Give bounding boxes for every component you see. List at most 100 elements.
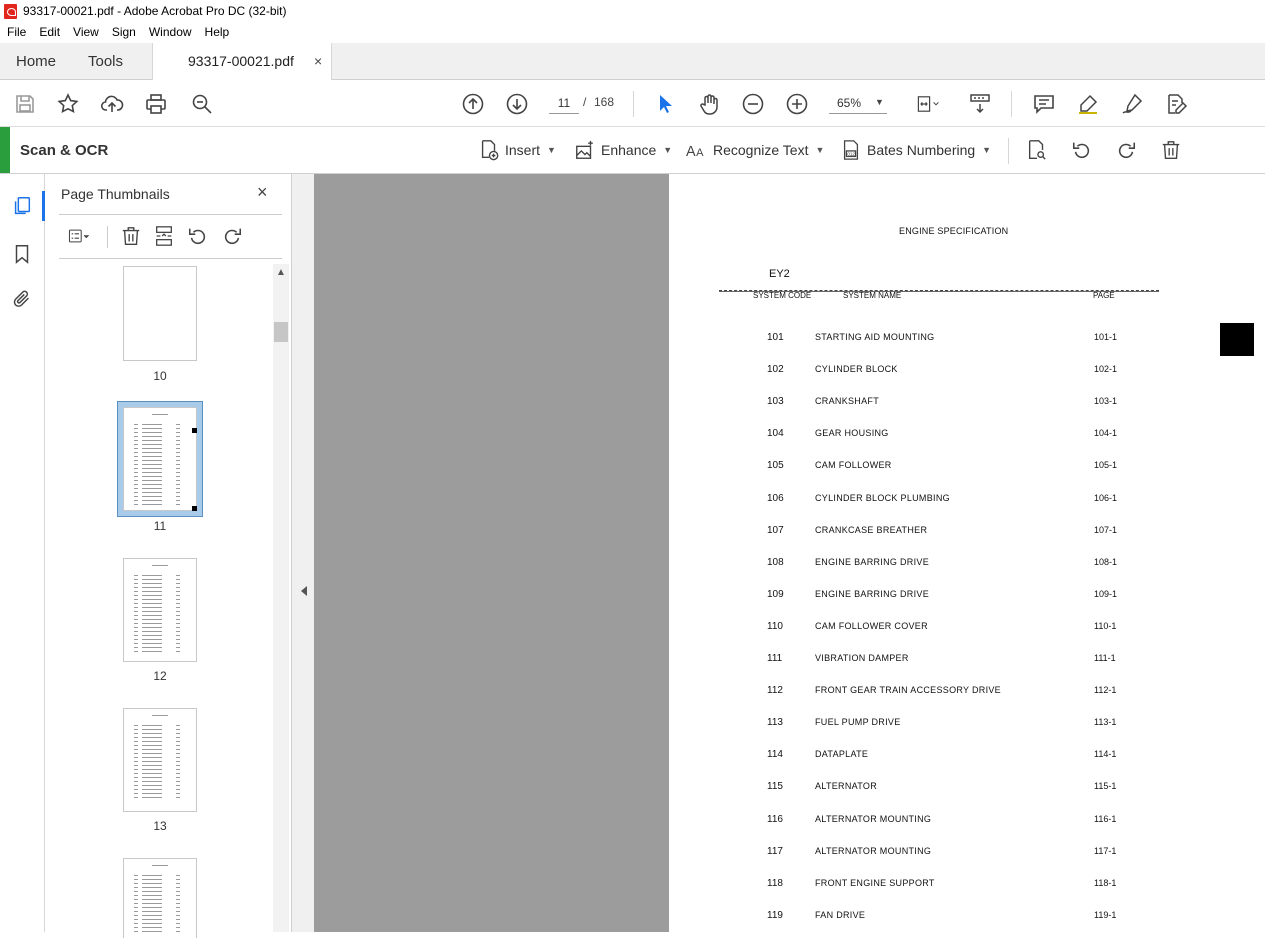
table-row: 102 CYLINDER BLOCK 102-1 <box>669 364 1255 378</box>
upload-cloud-icon[interactable] <box>99 91 125 117</box>
thumbnail-line <box>176 611 180 612</box>
delete-page-button[interactable] <box>1160 138 1182 162</box>
zoom-level-dropdown[interactable]: 65% ▼ <box>829 92 887 114</box>
panel-splitter[interactable] <box>291 174 314 932</box>
thumbnail-line <box>142 619 162 620</box>
thumbnail-line <box>134 468 138 469</box>
zoom-out-icon[interactable] <box>740 91 766 117</box>
save-icon[interactable] <box>12 91 38 117</box>
thumbnail-line <box>176 741 180 742</box>
system-page: 117-1 <box>1094 845 1117 856</box>
menu-file[interactable]: File <box>0 23 32 43</box>
thumbnail-line <box>134 793 138 794</box>
next-page-icon[interactable] <box>504 91 530 117</box>
page-tools-button[interactable] <box>1026 138 1048 162</box>
attachments-icon[interactable] <box>10 287 34 311</box>
page-thumbnail-label: 11 <box>153 519 167 533</box>
close-tab-icon[interactable]: × <box>314 43 322 80</box>
enhance-button[interactable]: Enhance ▼ <box>574 138 672 162</box>
bates-numbering-button[interactable]: 012 Bates Numbering ▼ <box>840 138 991 162</box>
tab-home[interactable]: Home <box>16 43 56 80</box>
thumbnail-line <box>142 436 162 437</box>
menu-view[interactable]: View <box>66 23 105 43</box>
system-name: CYLINDER BLOCK <box>815 364 898 375</box>
page-thumbnail[interactable] <box>123 407 197 511</box>
enhance-image-icon <box>576 140 593 159</box>
page-number-input[interactable] <box>549 92 579 114</box>
chevron-up-icon[interactable]: ▲ <box>276 267 286 278</box>
hand-tool-icon[interactable] <box>696 91 722 117</box>
thumbnail-line <box>142 753 162 754</box>
page-thumbnail[interactable] <box>123 708 197 812</box>
thumbnail-line <box>134 773 138 774</box>
bookmarks-icon[interactable] <box>10 242 34 266</box>
bookmark-star-icon[interactable] <box>55 91 81 117</box>
pdf-file-icon <box>4 4 17 19</box>
select-cursor-icon[interactable] <box>652 91 678 117</box>
page-thumbnail[interactable] <box>123 558 197 662</box>
delete-thumbnail-icon[interactable] <box>119 224 143 248</box>
insert-label: Insert <box>505 142 541 158</box>
thumbnails-scrollbar[interactable]: ▲ <box>273 264 289 932</box>
close-panel-icon[interactable]: × <box>257 182 268 203</box>
thumbnail-line <box>134 424 138 425</box>
thumbnail-line <box>142 895 162 896</box>
thumbnail-line <box>134 741 138 742</box>
thumbnail-line <box>176 456 180 457</box>
thumbnail-line <box>176 484 180 485</box>
svg-text:A: A <box>696 147 704 159</box>
highlight-pen-icon[interactable] <box>1075 91 1101 117</box>
scrollbar-thumb[interactable] <box>274 322 288 342</box>
menu-help[interactable]: Help <box>198 23 236 43</box>
thumbnail-line <box>134 899 138 900</box>
thumbnail-line <box>142 583 162 584</box>
rotate-left-button[interactable] <box>1071 138 1093 162</box>
main-toolbar: / 168 65% ▼ <box>0 80 1265 127</box>
system-code: 108 <box>767 556 784 568</box>
rotate-left-icon[interactable] <box>186 224 210 248</box>
page-thumbnails-icon[interactable] <box>10 194 34 218</box>
edit-pdf-icon[interactable] <box>1163 91 1189 117</box>
menu-bar: File Edit View Sign Window Help <box>0 23 1265 43</box>
document-scrollbar[interactable] <box>1255 174 1265 932</box>
thumbnail-options-icon[interactable] <box>61 224 97 248</box>
system-page: 114-1 <box>1094 749 1117 760</box>
menu-sign[interactable]: Sign <box>105 23 142 43</box>
menu-window[interactable]: Window <box>142 23 198 43</box>
thumbnail-line <box>134 749 138 750</box>
thumbnail-line <box>134 587 138 588</box>
document-heading: ENGINE SPECIFICATION <box>899 226 1009 236</box>
thumbnail-line <box>134 757 138 758</box>
thumbnail-line <box>176 793 180 794</box>
comment-icon[interactable] <box>1031 91 1057 117</box>
zoom-in-icon[interactable] <box>784 91 810 117</box>
thumbnail-line <box>176 919 180 920</box>
recognize-text-label: Recognize Text <box>713 142 809 158</box>
fill-sign-icon[interactable] <box>1119 91 1145 117</box>
rotate-right-button[interactable] <box>1115 138 1137 162</box>
page-thumbnail[interactable] <box>123 858 197 938</box>
document-viewer[interactable]: ENGINE SPECIFICATION EY2 SYSTEM CODE SYS… <box>314 174 1265 932</box>
recognize-text-button[interactable]: AA Recognize Text ▼ <box>686 138 824 162</box>
scrolling-mode-icon[interactable] <box>967 91 993 117</box>
search-icon[interactable] <box>189 91 215 117</box>
page-thumbnails-panel: Page Thumbnails × 10 11 12 13 ▲ <box>45 174 291 938</box>
thumbnail-line <box>142 448 162 449</box>
previous-page-icon[interactable] <box>460 91 486 117</box>
insert-pages-icon[interactable] <box>152 224 176 248</box>
page-fit-icon[interactable] <box>910 91 946 117</box>
collapse-panel-icon[interactable] <box>301 586 307 596</box>
page-thumbnail[interactable] <box>123 266 197 361</box>
print-icon[interactable] <box>143 91 169 117</box>
thumbnail-line <box>142 504 162 505</box>
thumbnail-line <box>176 639 180 640</box>
system-code: 119 <box>767 909 783 921</box>
insert-button[interactable]: Insert ▼ <box>478 138 556 162</box>
thumbnail-line <box>176 737 180 738</box>
tab-tools[interactable]: Tools <box>88 43 123 80</box>
menu-edit[interactable]: Edit <box>32 23 66 43</box>
table-row: 118 FRONT ENGINE SUPPORT 118-1 <box>669 878 1255 892</box>
thumbnail-line <box>142 761 162 762</box>
tab-document[interactable]: 93317-00021.pdf × <box>152 43 332 81</box>
rotate-right-icon[interactable] <box>220 224 244 248</box>
